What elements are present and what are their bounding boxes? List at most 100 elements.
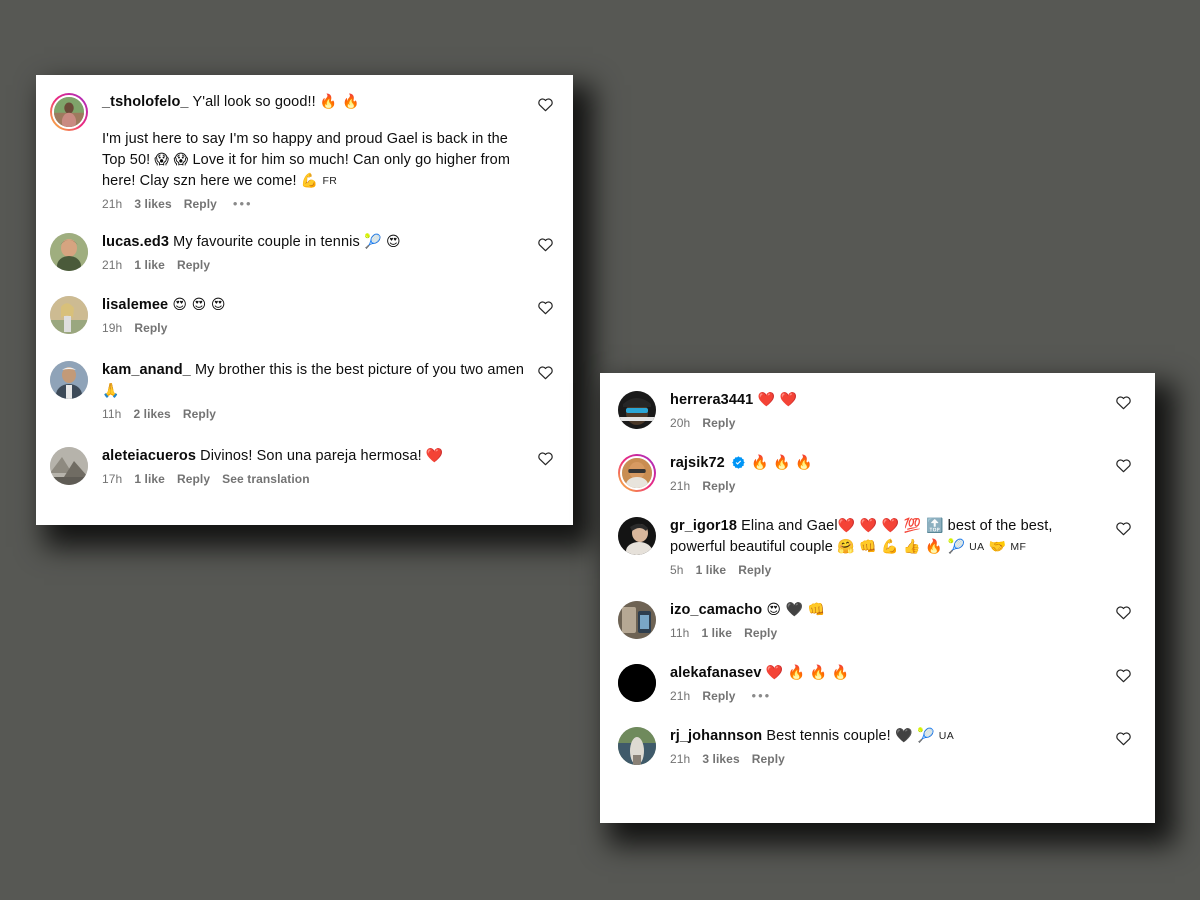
avatar[interactable]: [618, 391, 656, 429]
heart-icon: [537, 452, 553, 466]
comment-meta: 21h Reply: [670, 479, 1103, 493]
comment-reply-button[interactable]: Reply: [702, 689, 735, 703]
heart-icon: [1115, 396, 1131, 410]
like-button[interactable]: [535, 236, 555, 252]
comment-item: izo_camacho 😍 🖤 👊 11h 1 like Reply: [600, 577, 1155, 640]
comment-username[interactable]: _tsholofelo_: [102, 94, 189, 110]
avatar[interactable]: [618, 454, 656, 492]
comment-reply-button[interactable]: Reply: [134, 321, 167, 335]
emoji-black-heart-tennis: 🖤 🎾: [894, 728, 935, 744]
comment-likes[interactable]: 3 likes: [134, 197, 171, 211]
heart-icon: [537, 366, 553, 380]
emoji-handshake: 🤝: [988, 539, 1007, 555]
avatar-image: [50, 233, 88, 271]
like-button[interactable]: [1113, 730, 1133, 746]
like-button[interactable]: [1113, 604, 1133, 620]
like-button[interactable]: [535, 450, 555, 466]
flag-ua: UA: [969, 541, 985, 553]
comment-reply-button[interactable]: Reply: [738, 563, 771, 577]
avatar[interactable]: [618, 727, 656, 765]
comment-reply-button[interactable]: Reply: [177, 472, 210, 486]
emoji-hearts-hundred-top: ❤️ ❤️ ❤️ 💯 🔝: [837, 518, 944, 534]
comment-meta: 21h 1 like Reply: [102, 258, 525, 272]
comment-reply-button[interactable]: Reply: [177, 258, 210, 272]
comment-likes[interactable]: 1 like: [696, 563, 727, 577]
emoji-heart-eyes: 😍 😍 😍: [172, 297, 226, 313]
comment-username[interactable]: rajsik72: [670, 455, 725, 471]
comment-timestamp: 20h: [670, 416, 691, 430]
comment-likes[interactable]: 2 likes: [133, 407, 170, 421]
comment-reply-button[interactable]: Reply: [744, 626, 777, 640]
avatar-image: [618, 727, 656, 765]
heart-icon: [1115, 669, 1131, 683]
avatar[interactable]: [618, 517, 656, 555]
comment-meta: 11h 2 likes Reply: [102, 407, 525, 421]
comment-reply-button[interactable]: Reply: [752, 752, 785, 766]
heart-icon: [537, 301, 553, 315]
avatar[interactable]: [618, 664, 656, 702]
comment-timestamp: 19h: [102, 321, 123, 335]
avatar[interactable]: [50, 93, 88, 131]
comment-text: alekafanasev ❤️ 🔥 🔥 🔥: [670, 663, 1103, 684]
comment-likes[interactable]: 1 like: [134, 258, 165, 272]
emoji-heart-fire: ❤️ 🔥 🔥 🔥: [765, 665, 850, 681]
avatar-image: [618, 601, 656, 639]
comment-username[interactable]: kam_anand_: [102, 362, 191, 378]
comment-username[interactable]: rj_johannson: [670, 728, 762, 744]
comment-reply-button[interactable]: Reply: [184, 197, 217, 211]
comments-panel-right: herrera3441 ❤️ ❤️ 20h Reply rajsik72 🔥 🔥…: [600, 373, 1155, 823]
comment-likes[interactable]: 3 likes: [702, 752, 739, 766]
comment-likes[interactable]: 1 like: [134, 472, 165, 486]
comment-reply-button[interactable]: Reply: [702, 479, 735, 493]
comment-meta: 21h Reply •••: [670, 689, 1103, 703]
emoji-fire: 🔥 🔥 🔥: [751, 455, 813, 471]
emoji-red-heart: ❤️: [425, 448, 444, 464]
comment-text: kam_anand_ My brother this is the best p…: [102, 360, 525, 402]
like-button[interactable]: [1113, 457, 1133, 473]
comment-message: My brother this is the best picture of y…: [195, 362, 525, 378]
comment-timestamp: 21h: [102, 258, 123, 272]
like-button[interactable]: [1113, 394, 1133, 410]
comment-timestamp: 5h: [670, 563, 684, 577]
verified-badge-icon: [732, 455, 745, 469]
comment-message: Best tennis couple!: [766, 728, 891, 744]
comment-item: lucas.ed3 My favourite couple in tennis …: [36, 211, 573, 272]
avatar[interactable]: [618, 601, 656, 639]
comment-body: lisalemee 😍 😍 😍 19h Reply: [102, 294, 525, 335]
comment-more-options-icon[interactable]: •••: [229, 197, 253, 210]
comment-reply-button[interactable]: Reply: [183, 407, 216, 421]
comment-item: aleteiacueros Divinos! Son una pareja he…: [36, 421, 573, 486]
flag-mf: MF: [1010, 541, 1027, 553]
comment-username[interactable]: lucas.ed3: [102, 234, 169, 250]
avatar[interactable]: [50, 296, 88, 334]
heart-icon: [1115, 459, 1131, 473]
comment-item: rj_johannson Best tennis couple! 🖤 🎾 UA …: [600, 703, 1155, 766]
comment-username[interactable]: lisalemee: [102, 297, 168, 313]
comment-username[interactable]: alekafanasev: [670, 665, 762, 681]
comment-username[interactable]: izo_camacho: [670, 602, 762, 618]
comment-likes[interactable]: 1 like: [701, 626, 732, 640]
comment-message: Divinos! Son una pareja hermosa!: [200, 448, 422, 464]
comment-meta: 17h 1 like Reply See translation: [102, 472, 525, 486]
emoji-heart-eyes-black-heart-fist: 😍 🖤 👊: [766, 602, 826, 618]
avatar[interactable]: [50, 233, 88, 271]
avatar[interactable]: [50, 447, 88, 485]
comment-reply-button[interactable]: Reply: [702, 416, 735, 430]
like-button[interactable]: [1113, 520, 1133, 536]
like-button[interactable]: [535, 299, 555, 315]
heart-icon: [537, 98, 553, 112]
avatar[interactable]: [50, 361, 88, 399]
comment-body: rj_johannson Best tennis couple! 🖤 🎾 UA …: [670, 725, 1103, 766]
comment-timestamp: 17h: [102, 472, 123, 486]
like-button[interactable]: [1113, 667, 1133, 683]
comment-meta: 21h 3 likes Reply •••: [102, 197, 525, 211]
comment-username[interactable]: gr_igor18: [670, 518, 737, 534]
comment-more-options-icon[interactable]: •••: [748, 689, 772, 702]
flag-ua: UA: [938, 730, 955, 742]
comment-username[interactable]: aleteiacueros: [102, 448, 196, 464]
like-button[interactable]: [535, 96, 555, 112]
see-translation-button[interactable]: See translation: [222, 472, 310, 486]
comment-username[interactable]: herrera3441: [670, 392, 753, 408]
like-button[interactable]: [535, 364, 555, 380]
comment-meta: 19h Reply: [102, 321, 525, 335]
